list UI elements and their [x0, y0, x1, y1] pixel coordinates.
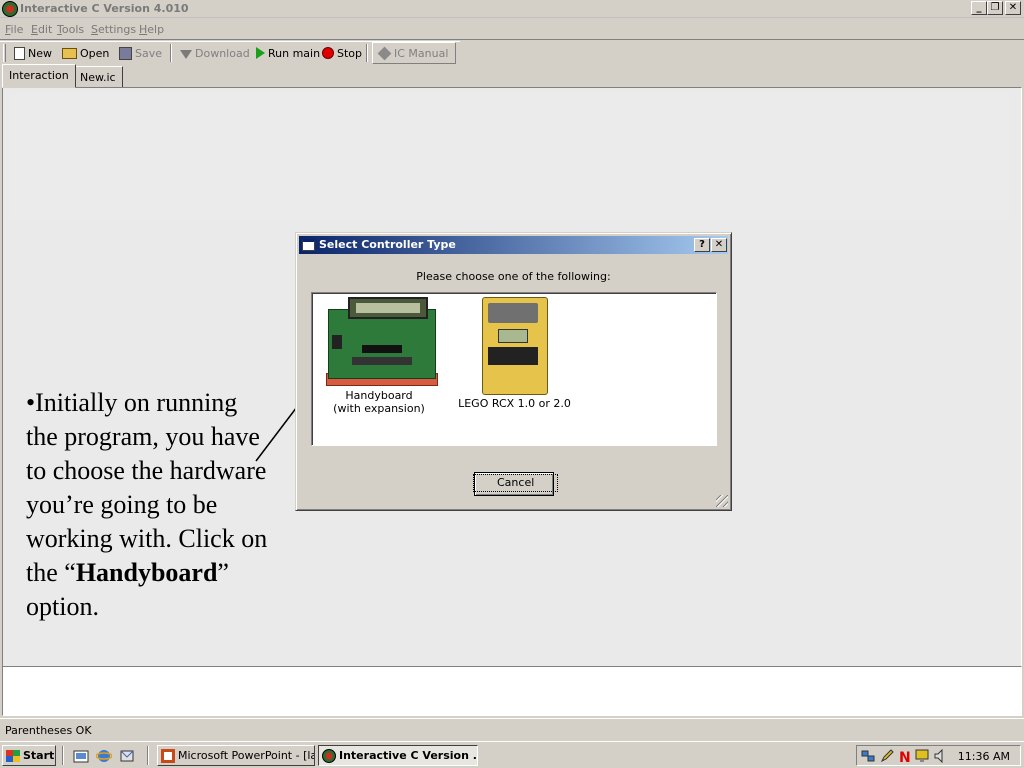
toolbar-separator	[170, 44, 172, 62]
run-main-button[interactable]: Run main	[256, 44, 320, 62]
dialog-title-bar[interactable]: Select Controller Type ? ✕	[299, 236, 728, 254]
status-bar: Parentheses OK	[0, 718, 1024, 740]
play-icon	[256, 47, 265, 59]
pencil-icon[interactable]	[880, 749, 894, 763]
task-powerpoint[interactable]: Microsoft PowerPoint - [la...	[157, 745, 315, 766]
lego-rcx-image	[480, 295, 550, 397]
controller-list: Handyboard (with expansion) LEGO RCX 1.0…	[311, 292, 717, 446]
show-desktop-icon[interactable]	[73, 748, 89, 764]
window-icon	[302, 239, 315, 251]
menu-help[interactable]: Help	[139, 23, 164, 36]
volume-icon[interactable]	[933, 749, 947, 763]
title-bar: Interactive C Version 4.010 _ ❐ ✕	[0, 0, 1024, 18]
norton-icon[interactable]: N	[898, 749, 912, 763]
tab-interaction[interactable]: Interaction	[2, 64, 76, 88]
clock[interactable]: 11:36 AM	[958, 750, 1010, 763]
dialog-close-button[interactable]: ✕	[711, 238, 727, 252]
app-icon[interactable]	[2, 1, 18, 17]
powerpoint-icon	[161, 748, 175, 763]
svg-text:N: N	[899, 750, 911, 763]
system-tray: N 11:36 AM	[856, 745, 1021, 766]
interaction-output	[9, 94, 1009, 220]
maximize-button[interactable]: ❐	[987, 1, 1003, 15]
menu-tools[interactable]: Tools	[57, 23, 84, 36]
interactive-c-icon	[322, 748, 336, 763]
lego-rcx-label: LEGO RCX 1.0 or 2.0	[458, 397, 571, 410]
instruction-text: •Initially on running the program, you h…	[26, 388, 268, 621]
taskbar-divider	[62, 746, 64, 765]
toolbar-separator	[366, 44, 368, 62]
handyboard-label: Handyboard (with expansion)	[333, 389, 425, 415]
menu-bar: File Edit Tools Settings Help	[0, 20, 1024, 40]
cancel-button[interactable]: Cancel	[472, 472, 559, 496]
network-icon[interactable]	[861, 749, 875, 763]
download-arrow-icon	[180, 50, 192, 59]
menu-settings[interactable]: Settings	[91, 23, 136, 36]
select-controller-dialog: Select Controller Type ? ✕ Please choose…	[295, 232, 732, 511]
resize-grip[interactable]	[716, 495, 728, 507]
taskbar: Start Microsoft PowerPoint - [la... Inte…	[0, 741, 1024, 768]
handyboard-image	[322, 295, 438, 389]
command-input-area[interactable]	[2, 666, 1022, 716]
new-button[interactable]: New	[14, 44, 52, 62]
new-file-icon	[14, 46, 25, 60]
windows-logo-icon	[6, 749, 20, 762]
stop-button[interactable]: Stop	[322, 44, 362, 62]
status-text: Parentheses OK	[5, 724, 92, 737]
lego-rcx-option[interactable]: LEGO RCX 1.0 or 2.0	[452, 295, 577, 410]
save-disk-icon	[119, 46, 132, 60]
taskbar-divider	[147, 746, 149, 765]
window-title: Interactive C Version 4.010	[20, 2, 189, 15]
open-button[interactable]: Open	[62, 44, 109, 62]
menu-file[interactable]: File	[5, 23, 23, 36]
minimize-button[interactable]: _	[971, 1, 987, 15]
tab-strip: Interaction New.ic	[0, 64, 1024, 88]
stop-icon	[322, 47, 334, 59]
display-icon[interactable]	[915, 749, 929, 763]
outlook-icon[interactable]	[119, 748, 135, 764]
open-folder-icon	[62, 47, 77, 59]
toolbar-grip[interactable]	[3, 44, 6, 62]
instruction-bold: Handyboard	[75, 558, 218, 587]
help-button[interactable]: ?	[694, 238, 710, 252]
handyboard-option[interactable]: Handyboard (with expansion)	[314, 295, 444, 415]
internet-explorer-icon[interactable]	[96, 748, 112, 764]
save-button[interactable]: Save	[119, 44, 162, 62]
tab-new-ic[interactable]: New.ic	[73, 66, 123, 88]
dialog-title: Select Controller Type	[319, 238, 456, 251]
manual-button-frame	[372, 42, 456, 64]
download-button[interactable]: Download	[180, 44, 250, 62]
task-interactive-c[interactable]: Interactive C Version ...	[318, 745, 478, 766]
close-button[interactable]: ✕	[1005, 1, 1021, 15]
menu-edit[interactable]: Edit	[31, 23, 52, 36]
start-button[interactable]: Start	[2, 745, 56, 766]
dialog-prompt: Please choose one of the following:	[416, 270, 611, 283]
